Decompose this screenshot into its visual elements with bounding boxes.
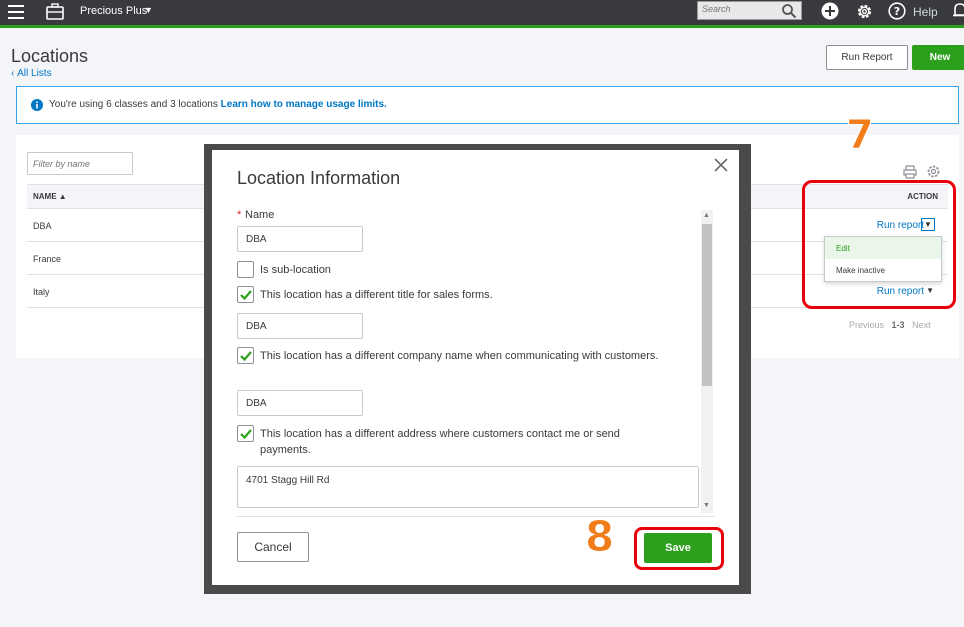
banner-message: You're using 6 classes and 3 locations [49,99,218,110]
address-field[interactable]: 4701 Stagg Hill Rd [237,466,699,508]
location-information-dialog: Location Information * Name Is sub-locat… [212,150,739,585]
checkmark-icon [240,429,252,440]
page-title: Locations [11,46,89,66]
different-title-checkbox[interactable] [237,286,254,303]
dialog-title: Location Information [237,168,401,188]
info-icon [31,99,43,111]
chevron-down-icon[interactable]: ▼ [144,5,153,15]
help-icon[interactable]: ? [888,2,906,20]
print-icon[interactable] [903,165,917,179]
name-field[interactable] [237,226,363,252]
different-company-name-checkbox[interactable] [237,347,254,364]
name-label: Name [245,209,275,221]
pager-range: 1-3 [891,320,905,330]
search-icon[interactable] [781,3,797,19]
pager-previous[interactable]: Previous [849,320,884,330]
sub-location-label: Is sub-location [260,264,331,276]
back-to-all-lists-link[interactable]: ‹ All Lists [11,68,52,79]
sub-location-checkbox[interactable] [237,261,254,278]
row-name: DBA [33,221,52,231]
company-name-field[interactable] [237,390,363,416]
highlight-box-action [802,180,956,309]
company-name[interactable]: Precious Plus [80,5,147,17]
top-navigation-bar: Precious Plus ▼ ? Help [0,0,964,28]
usage-limits-link[interactable]: Learn how to manage usage limits. [221,99,387,110]
checkmark-icon [240,290,252,301]
all-lists-label: All Lists [17,68,52,79]
bell-icon[interactable] [953,1,964,20]
row-name: France [33,254,62,264]
pagination: Previous 1-3 Next [849,320,931,330]
scroll-up-arrow-icon[interactable]: ▲ [703,212,710,219]
different-company-name-label: This location has a different company na… [260,350,659,362]
step-number-7: 7 [846,112,875,159]
dialog-footer-divider [237,516,714,517]
dialog-body: * Name Is sub-location This location has… [212,206,712,516]
table-settings-gear-icon[interactable] [926,164,941,179]
create-plus-icon[interactable] [821,2,839,20]
svg-text:?: ? [894,5,900,18]
usage-info-banner: You're using 6 classes and 3 locations L… [16,86,959,124]
close-icon[interactable] [712,156,730,174]
scrollbar-thumb[interactable] [702,224,712,386]
step-number-8: 8 [584,512,615,562]
search-input[interactable] [702,4,777,14]
banner-text: You're using 6 classes and 3 locations L… [49,99,387,110]
row-name: Italy [33,287,50,297]
hamburger-menu-icon[interactable] [8,5,24,19]
new-button[interactable]: New [912,45,964,70]
different-title-label: This location has a different title for … [260,289,493,301]
run-report-button[interactable]: Run Report [826,45,908,70]
checkmark-icon [240,351,252,362]
required-asterisk-icon: * [237,209,242,221]
sales-form-title-field[interactable] [237,313,363,339]
scroll-down-arrow-icon[interactable]: ▼ [703,502,710,509]
column-header-name[interactable]: NAME ▲ [33,192,67,201]
search-box[interactable] [697,1,802,20]
help-label[interactable]: Help [913,5,938,19]
dialog-scrollbar[interactable]: ▲ ▼ [701,210,713,513]
highlight-box-save [634,527,724,570]
briefcase-icon[interactable] [45,3,65,21]
pager-next[interactable]: Next [912,320,931,330]
filter-by-name-input[interactable] [27,152,133,175]
gear-icon[interactable] [855,2,874,21]
different-address-label: This location has a different address wh… [260,428,620,456]
cancel-button[interactable]: Cancel [237,532,309,562]
different-address-checkbox[interactable] [237,425,254,442]
